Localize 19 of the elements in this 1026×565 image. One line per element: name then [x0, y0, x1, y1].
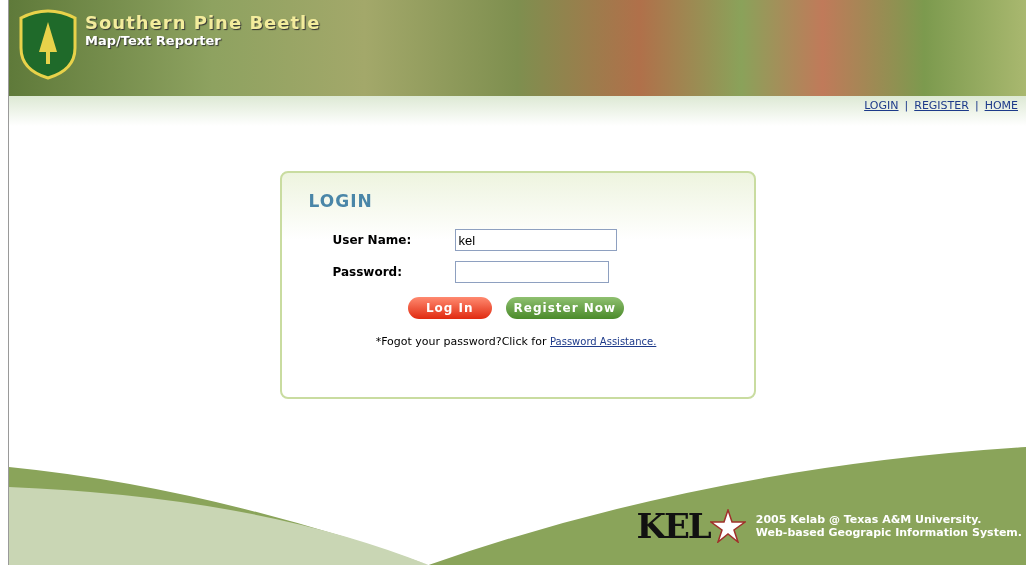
nav-link[interactable]: REGISTER — [914, 99, 969, 126]
shield-logo-icon — [17, 8, 79, 80]
app-title: Southern Pine Beetle — [85, 12, 321, 33]
login-heading: LOGIN — [308, 191, 374, 211]
logo-text: KEL — [636, 506, 710, 546]
app-subtitle: Map/Text Reporter — [85, 33, 222, 48]
footer-text: 2005 Kelab @ Texas A&M University. — [755, 513, 983, 526]
nav-separator: | — [974, 99, 979, 114]
nav-link[interactable]: HOME — [984, 99, 1018, 126]
password-assistance-link[interactable]: Password Assistance. — [549, 336, 657, 347]
nav-separator: | — [904, 99, 909, 114]
nav-link[interactable]: LOGIN — [864, 99, 899, 126]
field-label: Password: — [332, 265, 403, 279]
help-text: *Fogot your password?Click for Password Assistance. — [374, 335, 658, 348]
username-field[interactable]: kel — [454, 229, 617, 251]
star-icon — [709, 509, 746, 543]
field-label: User Name: — [332, 233, 413, 247]
password-field[interactable] — [454, 261, 609, 283]
footer-text: Web-based Geograpic Information System. — [755, 526, 1022, 539]
